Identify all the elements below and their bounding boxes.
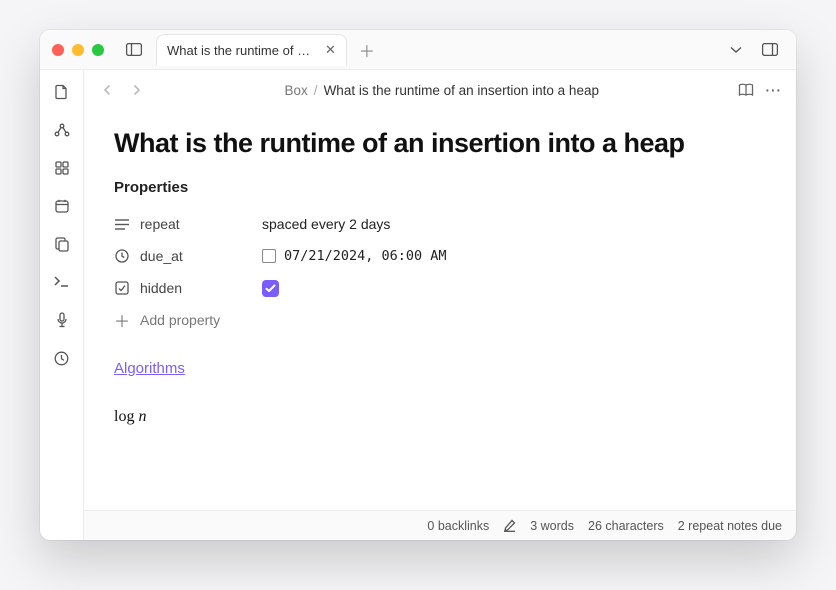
statusbar: 0 backlinks 3 words 26 characters 2 repe… — [84, 510, 796, 540]
plus-icon: ＋ — [114, 308, 130, 332]
status-repeat-due[interactable]: 2 repeat notes due — [678, 519, 782, 533]
toggle-sidebar-button[interactable] — [120, 36, 148, 64]
breadcrumb: Box / What is the runtime of an insertio… — [154, 83, 730, 98]
book-icon[interactable] — [738, 83, 754, 98]
add-property-label: Add property — [140, 312, 220, 328]
more-menu-icon[interactable]: ··· — [766, 83, 783, 98]
window-close[interactable] — [52, 44, 64, 56]
content: What is the runtime of an insertion into… — [84, 110, 796, 510]
property-row-hidden[interactable]: hidden — [114, 272, 766, 304]
window-zoom[interactable] — [92, 44, 104, 56]
clock-icon — [114, 248, 130, 264]
main-area: Box / What is the runtime of an insertio… — [84, 70, 796, 540]
property-value[interactable]: 07/21/2024, 06:00 AM — [262, 248, 447, 264]
clock-icon[interactable] — [48, 346, 76, 370]
list-icon — [114, 216, 130, 232]
nav-back[interactable] — [98, 84, 118, 96]
property-label: due_at — [140, 248, 183, 264]
hidden-checkbox[interactable] — [262, 280, 279, 297]
topbar: Box / What is the runtime of an insertio… — [84, 70, 796, 110]
terminal-icon[interactable] — [48, 270, 76, 294]
properties-header: Properties — [114, 179, 766, 196]
app-window: What is the runtime of an… ✕ ＋ — [40, 30, 796, 540]
breadcrumb-root[interactable]: Box — [285, 83, 308, 98]
file-icon[interactable] — [48, 80, 76, 104]
new-tab-button[interactable]: ＋ — [359, 38, 375, 62]
tab-close-icon[interactable]: ✕ — [325, 42, 336, 58]
graph-icon[interactable] — [48, 118, 76, 142]
sidebar — [40, 70, 84, 540]
tab[interactable]: What is the runtime of an… ✕ — [156, 34, 347, 66]
titlebar: What is the runtime of an… ✕ ＋ — [40, 30, 796, 70]
grid-icon[interactable] — [48, 156, 76, 180]
date-icon — [262, 249, 276, 263]
checkbox-icon — [114, 280, 130, 296]
tab-title: What is the runtime of an… — [167, 43, 317, 58]
status-chars: 26 characters — [588, 519, 664, 533]
property-label: hidden — [140, 280, 182, 296]
property-row-repeat[interactable]: repeat spaced every 2 days — [114, 208, 766, 240]
breadcrumb-separator: / — [314, 83, 318, 98]
status-backlinks[interactable]: 0 backlinks — [427, 519, 489, 533]
copy-icon[interactable] — [48, 232, 76, 256]
status-words: 3 words — [530, 519, 574, 533]
nav-forward[interactable] — [126, 84, 146, 96]
traffic-lights — [52, 44, 104, 56]
chevron-down-icon[interactable] — [722, 36, 750, 64]
page-title[interactable]: What is the runtime of an insertion into… — [114, 128, 766, 159]
algorithms-link[interactable]: Algorithms — [114, 360, 185, 377]
edit-icon[interactable] — [503, 519, 516, 532]
panel-right-icon[interactable] — [756, 36, 784, 64]
add-property-button[interactable]: ＋ Add property — [114, 308, 766, 332]
calendar-icon[interactable] — [48, 194, 76, 218]
window-minimize[interactable] — [72, 44, 84, 56]
property-row-due-at[interactable]: due_at 07/21/2024, 06:00 AM — [114, 240, 766, 272]
microphone-icon[interactable] — [48, 308, 76, 332]
breadcrumb-current[interactable]: What is the runtime of an insertion into… — [324, 83, 599, 98]
math-answer: log n — [114, 408, 766, 426]
property-label: repeat — [140, 216, 180, 232]
property-value[interactable]: spaced every 2 days — [262, 216, 390, 232]
